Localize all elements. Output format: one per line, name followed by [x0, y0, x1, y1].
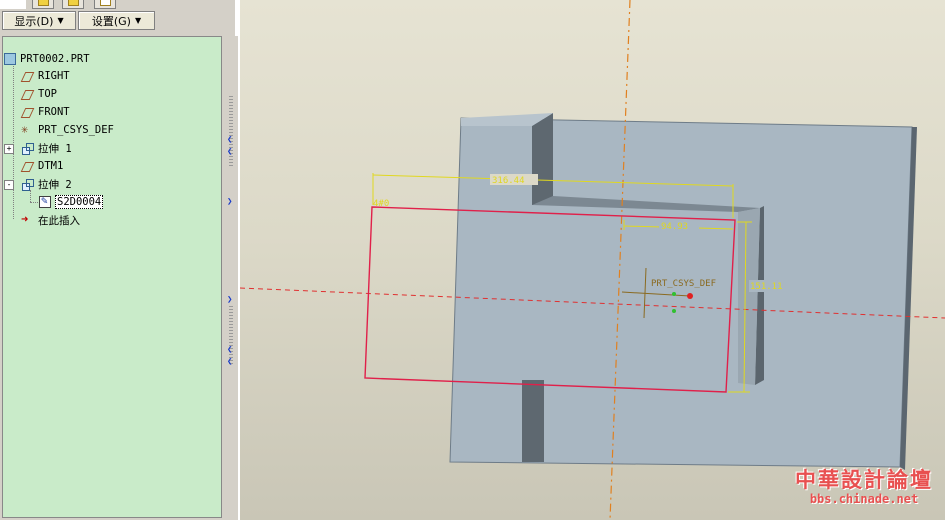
- csys-marker: [672, 292, 676, 296]
- settings-dropdown-label: 设置(G): [91, 14, 131, 28]
- display-dropdown-label: 显示(D): [14, 14, 54, 28]
- notes-icon: [100, 0, 111, 6]
- insert-here-icon: [21, 212, 34, 227]
- model-tree: PRT0002.PRT RIGHT TOP FRONT PRT_CSYS_DEF…: [2, 36, 222, 518]
- bottom-slot-wall: [522, 380, 544, 462]
- tree-item-label: S2D0004: [55, 195, 104, 209]
- expand-toggle[interactable]: +: [4, 144, 14, 154]
- collapse-toggle[interactable]: -: [4, 180, 14, 190]
- chevron-right-icon[interactable]: ❯: [227, 296, 232, 305]
- tree-item-label: PRT_CSYS_DEF: [38, 124, 114, 136]
- datum-plane-icon: [21, 106, 34, 119]
- tree-item-insert-here[interactable]: 在此插入: [21, 212, 80, 228]
- csys-origin-point: [687, 293, 693, 299]
- tree-item-label: 在此插入: [38, 214, 80, 227]
- panel-splitter[interactable]: ❮ ❮ ❯ ❯ ❮ ❮: [224, 36, 238, 520]
- tree-item-right[interactable]: RIGHT: [21, 68, 70, 84]
- tree-connector: [30, 202, 38, 203]
- notes-tab[interactable]: [94, 0, 116, 9]
- extrude-icon: [21, 142, 34, 155]
- tree-item-front[interactable]: FRONT: [21, 104, 70, 120]
- sketch-label: 4#0: [373, 199, 389, 209]
- chevron-right-icon[interactable]: ❯: [227, 198, 232, 207]
- tree-item-extrude-1[interactable]: 拉伸 1: [21, 140, 72, 156]
- datum-plane-icon: [21, 88, 34, 101]
- datum-plane-icon: [21, 70, 34, 83]
- tree-item-label: TOP: [38, 88, 57, 100]
- tree-item-label: FRONT: [38, 106, 70, 118]
- dropdown-arrow-icon: ▼: [134, 16, 142, 25]
- watermark-logo: 中華設計論壇 bbs.chinade.net: [788, 462, 940, 514]
- tree-item-label: RIGHT: [38, 70, 70, 82]
- model-scene: 4#0 316.44 94.93 151.11 PRT_CSYS_DEF: [240, 0, 945, 520]
- tree-root-item[interactable]: PRT0002.PRT: [4, 51, 90, 67]
- dropdown-arrow-icon: ▼: [57, 16, 64, 25]
- settings-dropdown-button[interactable]: 设置(G) ▼: [78, 11, 155, 30]
- display-dropdown-button[interactable]: 显示(D) ▼: [2, 11, 76, 30]
- left-panel: 显示(D) ▼ 设置(G) ▼ PRT0002.PRT RIGHT TOP FR…: [0, 0, 238, 520]
- datum-plane-icon: [21, 160, 34, 173]
- graphics-viewport[interactable]: 4#0 316.44 94.93 151.11 PRT_CSYS_DEF: [240, 0, 945, 520]
- chevron-left-icon[interactable]: ❮: [227, 136, 232, 145]
- tree-item-top[interactable]: TOP: [21, 86, 57, 102]
- chevron-left-icon[interactable]: ❮: [227, 346, 232, 355]
- sketch-icon: [39, 194, 51, 208]
- chevron-left-icon[interactable]: ❮: [227, 358, 232, 367]
- tree-connector: [13, 63, 14, 219]
- watermark-url: bbs.chinade.net: [809, 492, 919, 506]
- dim-height[interactable]: 151.11: [750, 282, 783, 292]
- navigator-tab-strip: [0, 0, 235, 9]
- dim-inner-width[interactable]: 94.93: [661, 222, 688, 232]
- tree-item-s2d0004[interactable]: S2D0004: [39, 194, 104, 210]
- model-tree-toolbar: 显示(D) ▼ 设置(G) ▼: [0, 9, 235, 33]
- watermark-title: 中華設計論壇: [795, 467, 933, 492]
- tree-item-dtm1[interactable]: DTM1: [21, 158, 63, 174]
- tree-item-prt-csys-def[interactable]: PRT_CSYS_DEF: [21, 122, 114, 138]
- tree-item-label: DTM1: [38, 160, 64, 172]
- coordinate-system-icon: [21, 122, 34, 137]
- top-slot-wall: [532, 113, 553, 205]
- layer-icon: [68, 0, 79, 6]
- part-icon: [4, 53, 16, 65]
- tree-item-extrude-2[interactable]: 拉伸 2: [21, 176, 72, 192]
- dim-overall-width[interactable]: 316.44: [492, 176, 525, 186]
- base-plate-face: [449, 117, 913, 468]
- csys-label: PRT_CSYS_DEF: [651, 279, 716, 289]
- csys-marker: [672, 309, 676, 313]
- folder-icon: [38, 0, 49, 6]
- model-tree-tab[interactable]: [0, 0, 26, 9]
- tree-item-label: 拉伸 2: [38, 178, 72, 191]
- folder-tab[interactable]: [32, 0, 54, 9]
- tree-item-label: 拉伸 1: [38, 142, 72, 155]
- layer-tab[interactable]: [62, 0, 84, 9]
- tree-item-label: PRT0002.PRT: [20, 53, 90, 65]
- extrude-icon: [21, 178, 34, 191]
- chevron-left-icon[interactable]: ❮: [227, 148, 232, 157]
